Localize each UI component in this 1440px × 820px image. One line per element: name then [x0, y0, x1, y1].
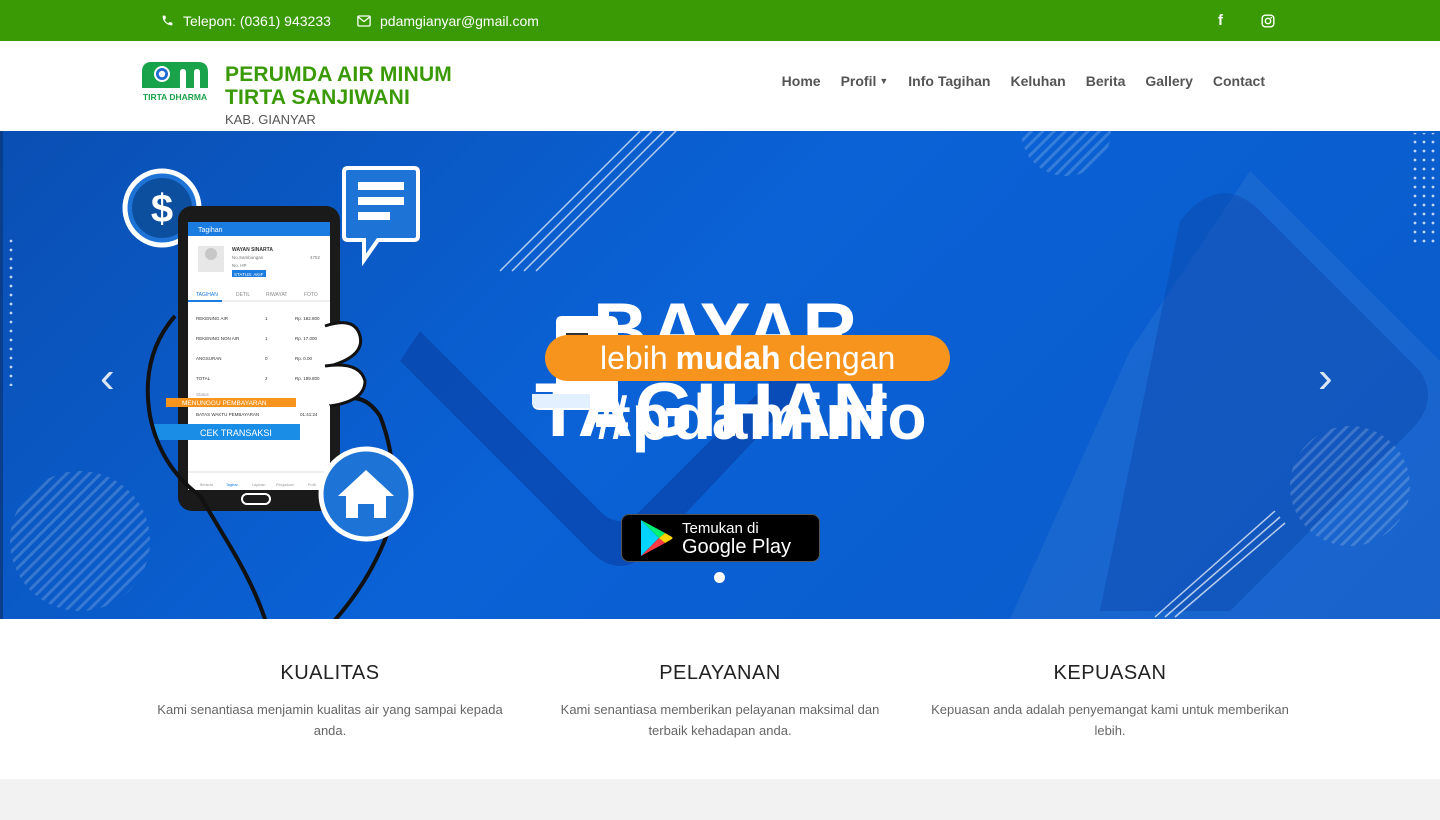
phone-status-label: Status — [196, 392, 210, 397]
phone-check-button: CEK TRANSAKSI — [200, 428, 272, 438]
feature-kualitas: KUALITAS Kami senantiasa menjamin kualit… — [150, 662, 510, 741]
nav-home[interactable]: Home — [782, 73, 821, 89]
phone-row-label: REKENING AIR — [196, 316, 229, 321]
feature-text: Kepuasan anda adalah penyemangat kami un… — [931, 702, 1289, 738]
nav-gallery[interactable]: Gallery — [1145, 73, 1192, 89]
phone-row-amount: Rp. 17.000 — [295, 336, 318, 341]
phone-customer-name: WAYAN SINARTA — [232, 247, 273, 253]
phone-bottom-nav-item: Tagihan — [226, 483, 238, 487]
feature-pelayanan: PELAYANAN Kami senantiasa memberikan pel… — [540, 662, 900, 741]
phone-text: Telepon: (0361) 943233 — [183, 12, 331, 29]
email-text: pdamgianyar@gmail.com — [380, 12, 539, 29]
pill-text-post: dengan — [788, 339, 896, 376]
instagram-icon[interactable] — [1261, 0, 1275, 41]
hero-carousel[interactable]: $ Tagihan WAYAN SINARTA No.Sambungan 475… — [0, 131, 1440, 619]
pill-text-pre: lebih — [600, 339, 668, 376]
phone-bottom-nav-item: Layanan — [252, 483, 265, 487]
phone-illustration: $ Tagihan WAYAN SINARTA No.Sambungan 475… — [122, 166, 420, 619]
caret-down-icon: ▼ — [879, 76, 889, 86]
site-header: TIRTA DHARMA PERUMDA AIR MINUM TIRTA SAN… — [0, 41, 1440, 131]
feature-title: KEPUASAN — [1053, 662, 1167, 684]
carousel-indicator[interactable] — [714, 572, 725, 583]
feature-title: PELAYANAN — [659, 662, 781, 684]
phone-deadline-value: 01:41:24 — [300, 412, 318, 417]
carousel-prev-button[interactable]: ‹ — [100, 356, 115, 400]
brand-title-line1: PERUMDA AIR MINUM — [225, 63, 452, 86]
next-section-band — [0, 779, 1440, 820]
phone-tab-0: TAGIHAN — [196, 292, 218, 298]
feature-text: Kami senantiasa menjamin kualitas air ya… — [157, 702, 503, 738]
google-play-icon — [641, 520, 673, 556]
phone-row-amount: Rp. 182.800 — [295, 316, 320, 321]
phone-screen-title: Tagihan — [198, 227, 223, 234]
logo-text: TIRTA DHARMA — [143, 92, 207, 102]
email-contact[interactable]: pdamgianyar@gmail.com — [357, 0, 539, 41]
nav-berita[interactable]: Berita — [1086, 73, 1126, 89]
phone-tab-2: RIWAYAT — [266, 292, 287, 298]
hero-tagline-pill: lebih mudah dengan — [545, 335, 950, 381]
nav-info-tagihan[interactable]: Info Tagihan — [908, 73, 990, 89]
phone-status-badge: STATUS: AKIF — [234, 272, 264, 277]
nav-profil[interactable]: Profil ▼ — [841, 73, 889, 89]
envelope-icon — [357, 14, 371, 27]
nav-keluhan[interactable]: Keluhan — [1010, 73, 1065, 89]
phone-hp-label: No. HP — [232, 263, 247, 268]
chevron-right-icon: › — [1318, 353, 1333, 402]
brand-title[interactable]: PERUMDA AIR MINUM TIRTA SANJIWANI — [225, 63, 452, 109]
tirta-dharma-logo[interactable]: TIRTA DHARMA — [140, 60, 210, 107]
top-bar: Telepon: (0361) 943233 pdamgianyar@gmail… — [0, 0, 1440, 41]
phone-bottom-nav-item: Beranda — [200, 483, 213, 487]
dollar-icon: $ — [151, 187, 173, 231]
phone-row-label: TOTAL — [196, 376, 211, 381]
phone-row-amount: Rp. 0.00 — [295, 356, 313, 361]
phone-row-label: ANGSURAN — [196, 356, 222, 361]
phone-row-label: REKENING NON AIR — [196, 336, 240, 341]
phone-sambungan-value: 4752 — [310, 255, 321, 260]
brand-title-line2: TIRTA SANJIWANI — [225, 86, 410, 109]
features-section: KUALITAS Kami senantiasa menjamin kualit… — [0, 619, 1440, 779]
facebook-icon[interactable]: f — [1218, 0, 1223, 41]
phone-deadline-label: BATAS WAKTU PEMBAYARAN — [196, 412, 259, 417]
main-nav: Home Profil ▼ Info Tagihan Keluhan Berita… — [782, 73, 1265, 89]
brand-subtitle: KAB. GIANYAR — [225, 112, 316, 127]
pill-text-bold: mudah — [675, 339, 781, 376]
phone-contact[interactable]: Telepon: (0361) 943233 — [160, 0, 331, 41]
phone-sambungan-label: No.Sambungan — [232, 255, 264, 260]
google-play-button[interactable]: Temukan di Google Play — [621, 514, 820, 562]
phone-waiting-badge: MENUNGGU PEMBAYARAN — [182, 400, 267, 407]
phone-row-amount: Rp. 199.800 — [295, 376, 320, 381]
phone-icon — [160, 14, 174, 27]
feature-title: KUALITAS — [280, 662, 380, 684]
feature-kepuasan: KEPUASAN Kepuasan anda adalah penyemanga… — [930, 662, 1290, 741]
carousel-next-button[interactable]: › — [1318, 356, 1333, 400]
phone-bottom-nav-item: Pengaduan — [276, 483, 294, 487]
feature-text: Kami senantiasa memberikan pelayanan mak… — [560, 702, 880, 738]
phone-tab-1: DETIL — [236, 292, 250, 298]
hero-hashtag: #pdaminfo — [595, 381, 928, 453]
phone-bottom-nav-item: Profil — [308, 483, 316, 487]
gplay-big-text: Google Play — [682, 536, 791, 558]
nav-contact[interactable]: Contact — [1213, 73, 1265, 89]
chevron-left-icon: ‹ — [100, 353, 115, 402]
phone-tab-3: FOTO — [304, 292, 318, 298]
